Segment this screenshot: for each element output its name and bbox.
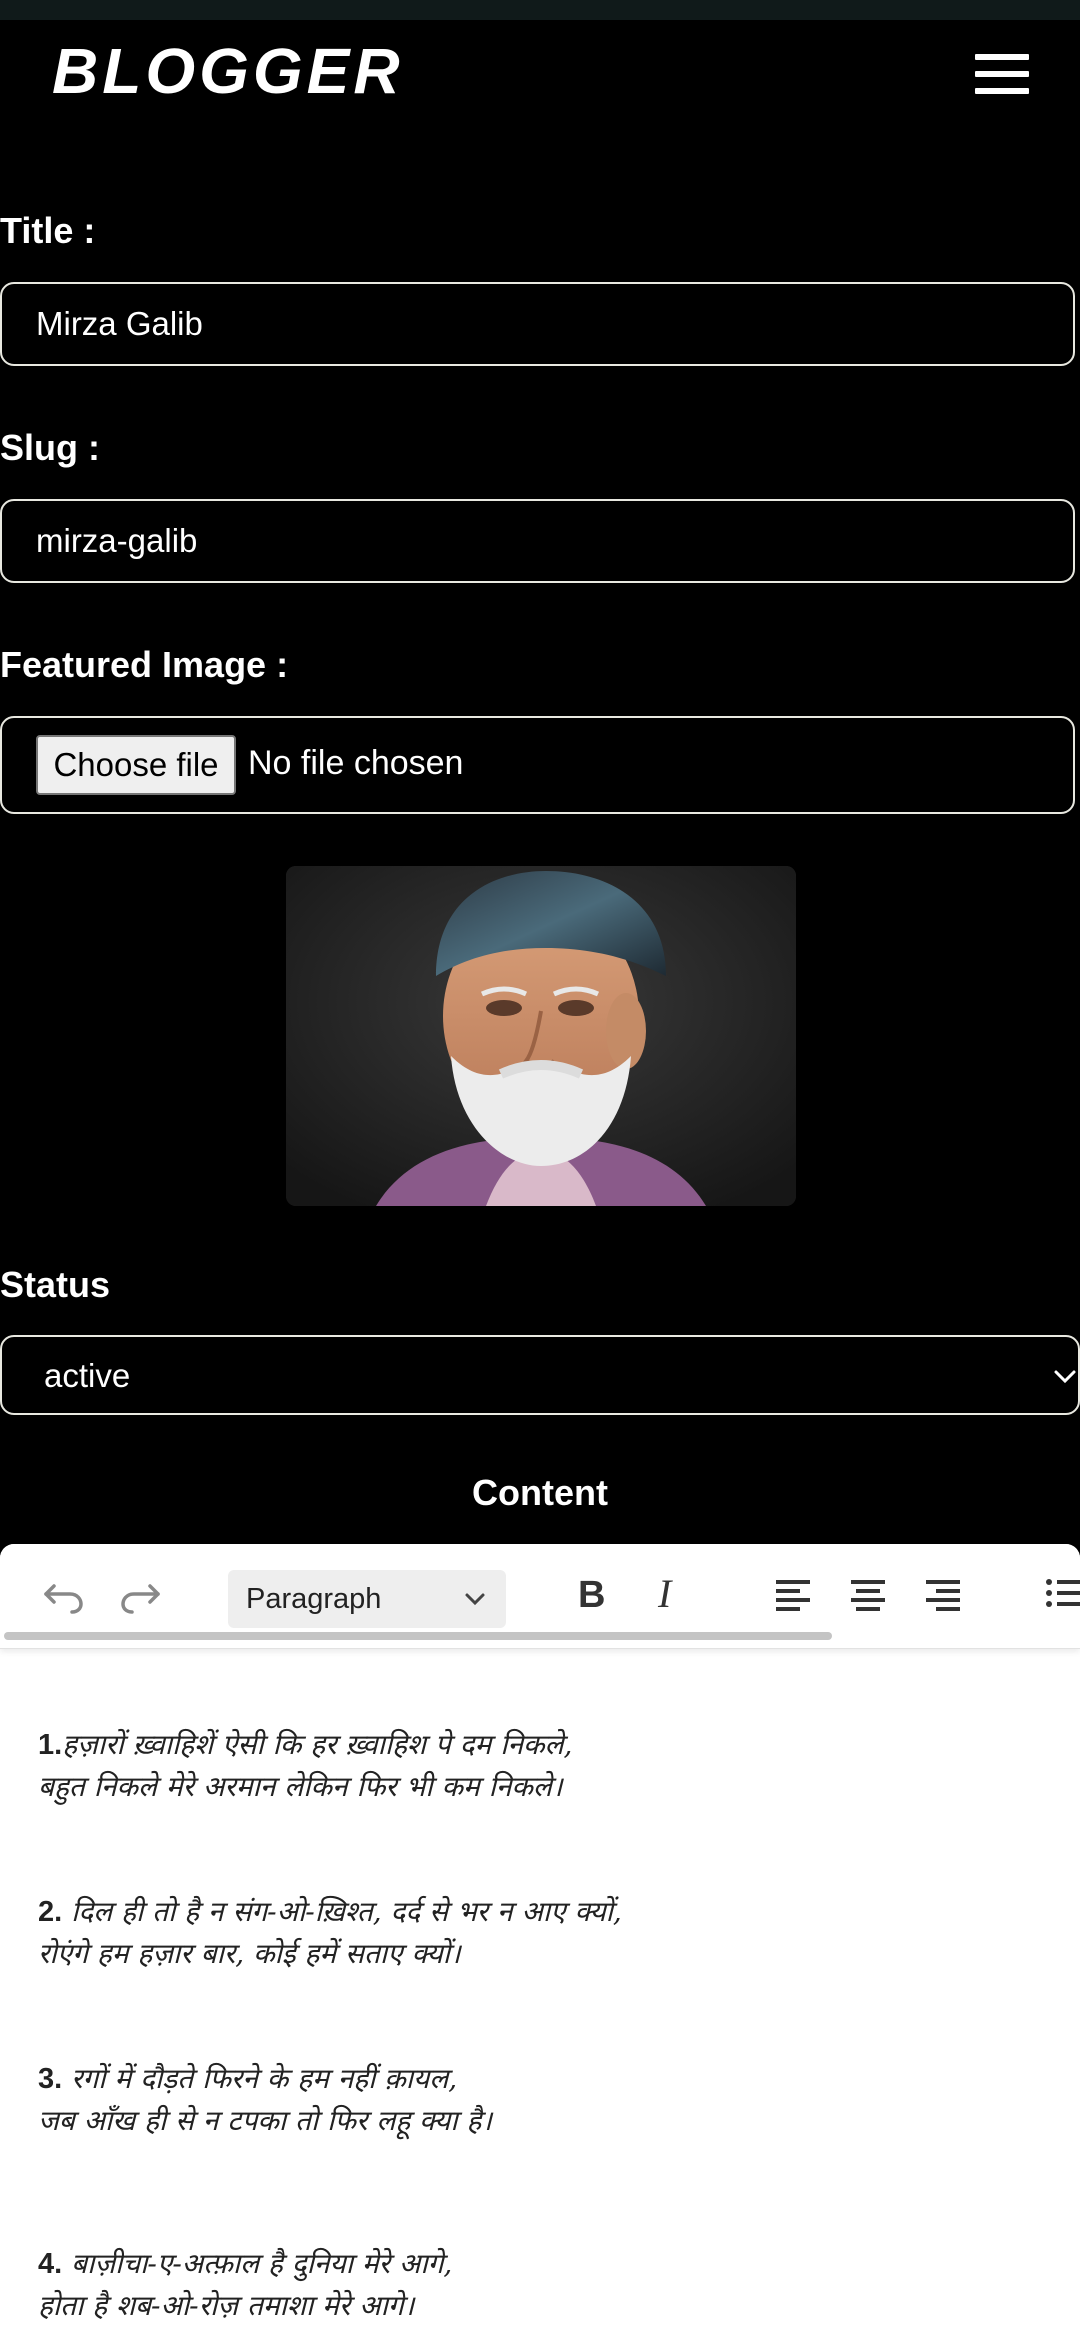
bold-icon[interactable]: B — [572, 1570, 618, 1616]
slug-input[interactable] — [0, 499, 1075, 583]
block-format-dropdown[interactable]: Paragraph — [228, 1570, 506, 1628]
file-status-text: No file chosen — [248, 744, 464, 782]
title-input[interactable] — [0, 282, 1075, 366]
svg-text:B: B — [578, 1574, 605, 1616]
align-left-icon[interactable] — [770, 1570, 816, 1616]
editor-toolbar: Paragraph B I — [0, 1544, 1080, 1649]
chevron-down-icon — [465, 1593, 485, 1606]
title-label: Title : — [0, 210, 96, 251]
toolbar-scrollbar[interactable] — [4, 1632, 832, 1640]
brand-logo[interactable]: BLOGGER — [52, 34, 404, 108]
italic-icon[interactable]: I — [648, 1570, 694, 1616]
editor-content-area[interactable]: 1.हज़ारों ख़्वाहिशें ऐसी कि हर ख़्वाहिश … — [0, 1664, 1080, 2331]
status-selected-value: active — [44, 1357, 131, 1394]
align-right-icon[interactable] — [920, 1570, 966, 1616]
verse-2: 2. दिल ही तो है न संग-ओ-ख़िश्त, दर्द से … — [38, 1895, 622, 1970]
svg-text:I: I — [657, 1571, 673, 1616]
featured-image-file-input[interactable]: Choose file No file chosen — [0, 716, 1075, 814]
chevron-down-icon — [1054, 1370, 1076, 1384]
slug-label: Slug : — [0, 427, 100, 468]
choose-file-button[interactable]: Choose file — [36, 735, 236, 795]
verse-1: 1.हज़ारों ख़्वाहिशें ऐसी कि हर ख़्वाहिश … — [38, 1728, 573, 1803]
featured-image-preview — [286, 866, 796, 1206]
align-center-icon[interactable] — [845, 1570, 891, 1616]
verse-4: 4. बाज़ीचा-ए-अत्फ़ाल है दुनिया मेरे आगे,… — [38, 2247, 453, 2322]
navbar: BLOGGER — [0, 20, 1080, 130]
content-heading: Content — [472, 1472, 608, 1513]
status-select[interactable]: active — [0, 1335, 1080, 1415]
redo-icon[interactable] — [118, 1570, 164, 1616]
status-label: Status — [0, 1264, 111, 1305]
bulleted-list-icon[interactable] — [1040, 1570, 1080, 1616]
verse-3: 3. रगों में दौड़ते फिरने के हम नहीं क़ाय… — [38, 2062, 492, 2137]
status-strip — [0, 0, 1080, 20]
hamburger-menu-icon[interactable] — [975, 54, 1029, 94]
block-format-label: Paragraph — [246, 1583, 382, 1615]
featured-image-label: Featured Image : — [0, 644, 289, 685]
undo-icon[interactable] — [40, 1570, 86, 1616]
rich-text-editor: Paragraph B I 1.हज़ारों ख़्वाहिशें ऐसी क… — [0, 1544, 1080, 2331]
